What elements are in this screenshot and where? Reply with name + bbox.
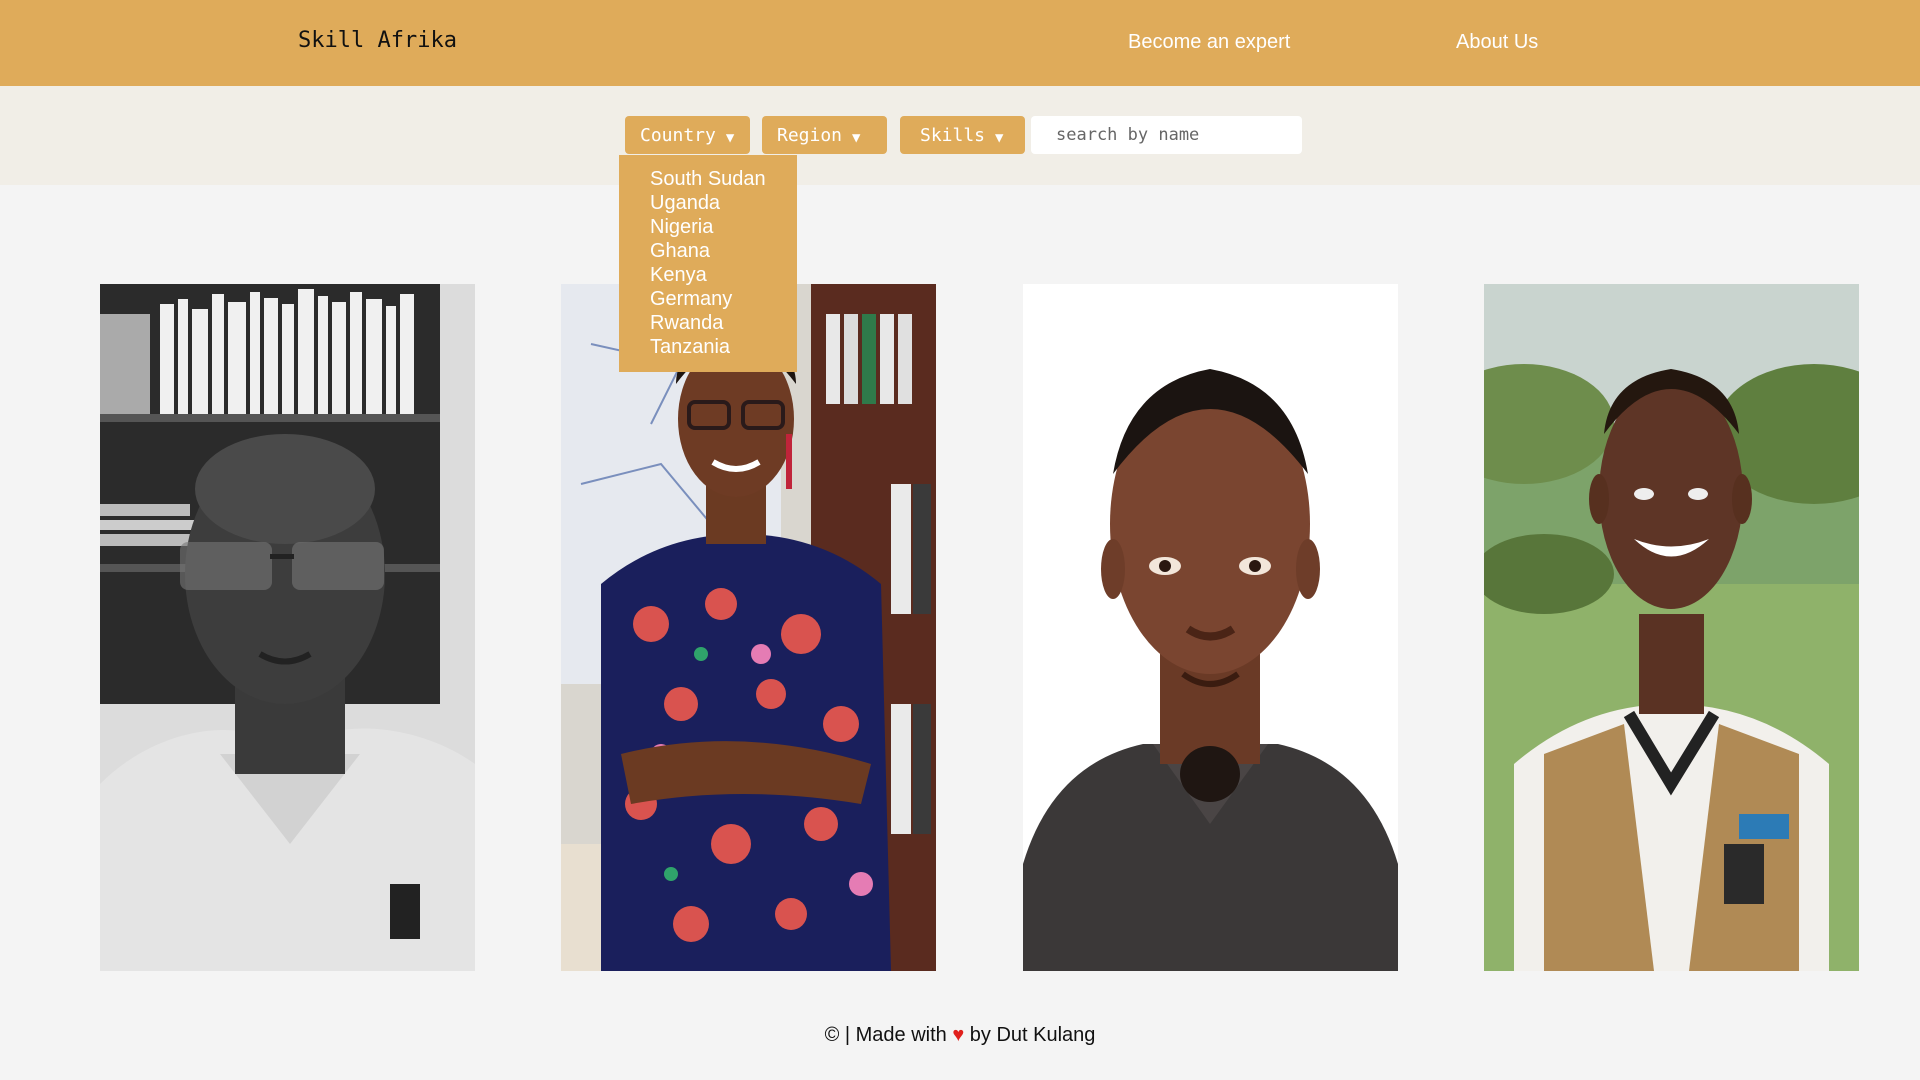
- footer-author: by Dut Kulang: [969, 1024, 1096, 1046]
- footer: © | Made with ♥ by Dut Kulang: [0, 1024, 1920, 1047]
- navbar: Skill Afrika Become an expert About Us: [0, 0, 1920, 86]
- country-option[interactable]: South Sudan: [650, 167, 797, 191]
- expert-card-photo[interactable]: [1023, 284, 1398, 971]
- country-option[interactable]: Germany: [650, 287, 797, 311]
- caret-down-icon: ▼: [852, 129, 861, 146]
- country-option[interactable]: Uganda: [650, 191, 797, 215]
- skills-filter-label: Skills: [920, 124, 986, 146]
- expert-photo-man-white-bg: [1023, 284, 1398, 971]
- caret-down-icon: ▼: [995, 129, 1004, 146]
- caret-down-icon: ▼: [725, 129, 735, 146]
- footer-made-with: | Made with: [844, 1024, 947, 1046]
- heart-icon: ♥: [952, 1024, 965, 1046]
- country-option[interactable]: Tanzania: [650, 335, 797, 359]
- expert-card-photo[interactable]: [1484, 284, 1859, 971]
- region-filter-label: Region: [777, 124, 843, 146]
- country-option[interactable]: Rwanda: [650, 311, 797, 335]
- search-by-name-input[interactable]: [1031, 116, 1302, 154]
- brand-logo[interactable]: Skill Afrika: [298, 28, 457, 53]
- filter-bar: Country ▼ Region ▼ Skills ▼: [0, 86, 1920, 185]
- country-dropdown-menu: South Sudan Uganda Nigeria Ghana Kenya G…: [619, 155, 797, 372]
- country-filter-label: Country: [640, 124, 716, 146]
- expert-photo-young-man-outdoors: [1484, 284, 1859, 971]
- nav-become-expert[interactable]: Become an expert: [1128, 31, 1290, 54]
- expert-card-photo[interactable]: [561, 284, 936, 971]
- country-filter-button[interactable]: Country ▼: [625, 116, 750, 154]
- expert-card-photo[interactable]: [100, 284, 475, 971]
- country-option[interactable]: Kenya: [650, 263, 797, 287]
- copyright-icon: ©: [824, 1024, 840, 1046]
- skills-filter-button[interactable]: Skills ▼: [900, 116, 1025, 154]
- region-filter-button[interactable]: Region ▼: [762, 116, 887, 154]
- nav-about-us[interactable]: About Us: [1456, 31, 1538, 54]
- country-option[interactable]: Ghana: [650, 239, 797, 263]
- expert-photo-woman-floral: [561, 284, 936, 971]
- expert-photo-grayscale-man: [100, 284, 475, 971]
- country-option[interactable]: Nigeria: [650, 215, 797, 239]
